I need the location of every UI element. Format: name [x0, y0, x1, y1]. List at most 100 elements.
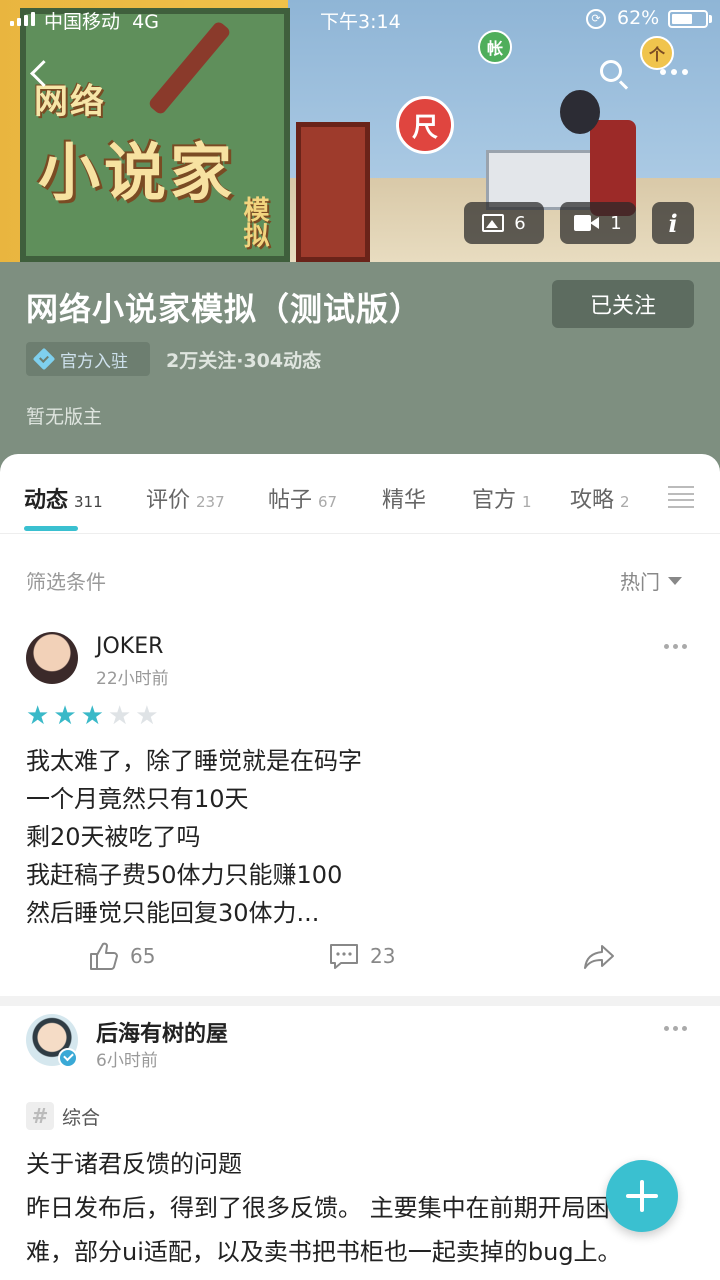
status-bar: 中国移动 4G 下午3:14 ⟳ 62% — [0, 0, 720, 38]
tab-posts[interactable]: 帖子 67 — [268, 482, 337, 514]
game-header: 网络小说家模拟（测试版） 已关注 官方入驻 2万关注·304动态 暂无版主 — [0, 262, 720, 472]
battery-fill — [672, 14, 692, 24]
battery-percent: 62% — [617, 7, 660, 29]
video-camera-icon — [574, 214, 600, 232]
tab-label: 攻略 — [570, 488, 615, 513]
star-filled-icon: ★ — [53, 701, 77, 731]
image-icon — [482, 214, 505, 232]
post-line: 昨日发布后，得到了很多反馈。 主要集中在前期开局困 — [26, 1194, 610, 1222]
filter-row: 筛选条件 热门 — [0, 534, 720, 624]
post-card[interactable]: JOKER 22小时前 ★ ★ ★ ★ ★ 我太难了，除了睡觉就是在码字 一个月竟然只有… — [0, 624, 720, 996]
post-line: 然后睡觉只能回复30体力... — [26, 899, 320, 927]
post-card[interactable]: 后海有树的屋 6小时前 # 综合 关于诸君反馈的问题 昨日发布后，得到了很多反馈… — [0, 1006, 720, 1280]
star-rating: ★ ★ ★ ★ ★ — [26, 702, 159, 730]
like-count: 65 — [130, 944, 156, 968]
tab-reviews[interactable]: 评价 237 — [146, 482, 225, 514]
comment-icon — [330, 944, 358, 969]
tab-official[interactable]: 官方 1 — [472, 482, 532, 514]
star-filled-icon: ★ — [80, 701, 104, 731]
follow-stats: 2万关注·304动态 — [166, 350, 322, 372]
banner-art-title-side: 模拟 — [239, 196, 269, 248]
comment-button[interactable]: 23 — [328, 940, 395, 972]
banner-red-badge: 尺 — [396, 96, 454, 154]
battery-icon — [668, 10, 708, 28]
tab-count: 311 — [74, 493, 103, 511]
info-icon: i — [668, 208, 678, 238]
sort-dropdown[interactable]: 热门 — [620, 566, 682, 595]
app-screen: 网络 小说家 模拟 尺 帐 个 中国移动 4G 下午3:14 ⟳ 62% 6 1… — [0, 0, 720, 1280]
official-badge: 官方入驻 — [26, 342, 150, 376]
network-type: 4G — [132, 11, 159, 33]
follow-button[interactable]: 已关注 — [552, 280, 694, 328]
post-time: 6小时前 — [96, 1051, 158, 1071]
sort-label: 热门 — [620, 570, 660, 594]
official-label: 官方入驻 — [60, 351, 128, 372]
tab-label: 官方 — [472, 488, 517, 513]
share-button[interactable] — [582, 940, 618, 972]
battery-tip — [709, 15, 712, 23]
carrier-network: 中国移动 4G — [44, 7, 159, 34]
video-count: 1 — [610, 212, 622, 234]
post-line: 我太难了，除了睡觉就是在码字 — [26, 747, 362, 775]
tab-count: 1 — [522, 493, 532, 511]
post-more-icon[interactable] — [664, 1026, 687, 1031]
back-icon[interactable] — [22, 54, 58, 94]
post-line: 难，部分ui适配，以及卖书把书柜也一起卖掉的bug上。 — [26, 1238, 622, 1266]
post-divider — [0, 996, 720, 1006]
banner-art-title-main: 小说家 — [38, 136, 237, 209]
tab-label: 动态 — [24, 488, 69, 513]
tab-count: 67 — [318, 493, 338, 511]
search-icon[interactable] — [594, 54, 634, 94]
like-button[interactable]: 65 — [88, 940, 155, 972]
rotation-lock-icon: ⟳ — [586, 9, 606, 29]
tab-label: 帖子 — [268, 488, 313, 513]
writer-illustration — [560, 90, 600, 134]
verified-icon — [58, 1048, 78, 1068]
videos-button[interactable]: 1 — [560, 202, 636, 244]
photo-count: 6 — [514, 212, 526, 234]
active-tab-indicator — [24, 526, 78, 531]
status-time: 下午3:14 — [320, 11, 401, 33]
post-more-icon[interactable] — [664, 644, 687, 649]
post-body[interactable]: 我太难了，除了睡觉就是在码字 一个月竟然只有10天 剩20天被吃了吗 我赶稿子费… — [26, 742, 362, 932]
tab-guides[interactable]: 攻略 2 — [570, 482, 630, 514]
post-body[interactable]: 关于诸君反馈的问题 昨日发布后，得到了很多反馈。 主要集中在前期开局困 难，部分… — [26, 1142, 696, 1274]
share-icon — [584, 945, 614, 969]
tab-label: 精华 — [382, 488, 427, 513]
star-filled-icon: ★ — [26, 701, 50, 731]
chevron-down-icon — [668, 576, 682, 585]
post-actions: 65 23 — [0, 934, 720, 978]
filter-button[interactable]: 筛选条件 — [26, 566, 106, 595]
tab-count: 2 — [620, 493, 630, 511]
tab-label: 评价 — [146, 488, 191, 513]
post-author[interactable]: 后海有树的屋 — [96, 1016, 228, 1048]
info-button[interactable]: i — [652, 202, 694, 244]
post-time: 22小时前 — [96, 669, 169, 689]
tab-menu-icon[interactable] — [668, 486, 694, 508]
post-line: 关于诸君反馈的问题 — [26, 1150, 242, 1178]
tab-bar: 动态 311 评价 237 帖子 67 精华 官方 1 攻略 2 — [0, 454, 720, 534]
hash-icon: # — [26, 1102, 54, 1130]
add-post-button[interactable] — [606, 1160, 678, 1232]
page-title: 网络小说家模拟（测试版） — [26, 290, 423, 328]
moderator-label: 暂无版主 — [26, 406, 103, 428]
thumbs-up-icon — [90, 942, 118, 970]
tab-feed[interactable]: 动态 311 — [24, 482, 103, 514]
star-empty-icon: ★ — [135, 701, 159, 731]
content-card: 动态 311 评价 237 帖子 67 精华 官方 1 攻略 2 筛选条件 热门 JOKE… — [0, 454, 720, 1280]
tag-label: 综合 — [62, 1106, 101, 1129]
avatar[interactable] — [26, 632, 78, 684]
more-options-icon[interactable] — [652, 54, 696, 90]
tab-count: 237 — [196, 493, 225, 511]
post-line: 我赶稿子费50体力只能赚100 — [26, 861, 343, 889]
post-author[interactable]: JOKER — [96, 634, 163, 659]
post-line: 剩20天被吃了吗 — [26, 823, 201, 851]
star-empty-icon: ★ — [107, 701, 132, 731]
carrier-name: 中国移动 — [44, 11, 121, 33]
photos-button[interactable]: 6 — [464, 202, 544, 244]
comment-count: 23 — [370, 944, 396, 968]
post-line: 一个月竟然只有10天 — [26, 785, 249, 813]
post-category-tag[interactable]: # 综合 — [26, 1102, 100, 1130]
diamond-icon — [34, 349, 54, 369]
tab-featured[interactable]: 精华 — [382, 482, 426, 514]
